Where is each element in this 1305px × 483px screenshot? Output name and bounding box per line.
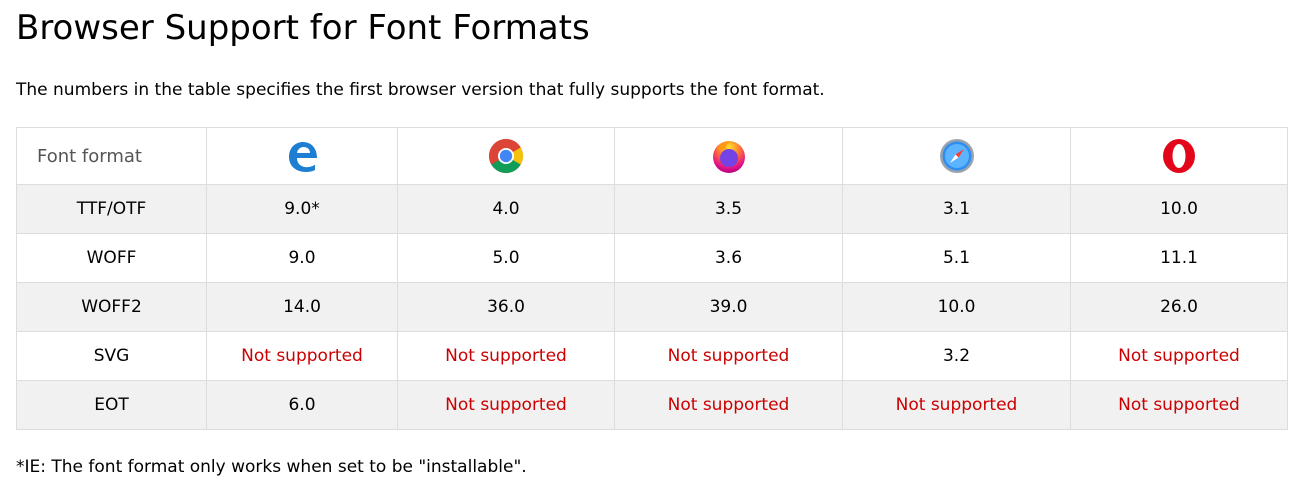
support-cell: 11.1 — [1070, 233, 1288, 283]
support-cell: Not supported — [1070, 380, 1288, 430]
support-cell: 9.0 — [206, 233, 398, 283]
safari-column-header — [842, 127, 1071, 185]
row-format-label: TTF/OTF — [16, 184, 207, 234]
support-cell: 4.0 — [397, 184, 615, 234]
opera-column-header — [1070, 127, 1288, 185]
table-row: TTF/OTF 9.0* 4.0 3.5 3.1 10.0 — [16, 184, 1288, 234]
support-cell: 3.5 — [614, 184, 843, 234]
support-cell: 10.0 — [1070, 184, 1288, 234]
support-cell: Not supported — [614, 331, 843, 381]
support-cell: 6.0 — [206, 380, 398, 430]
support-cell: 5.1 — [842, 233, 1071, 283]
edge-browser-icon — [289, 142, 317, 172]
support-cell: 14.0 — [206, 282, 398, 332]
support-cell: Not supported — [842, 380, 1071, 430]
support-cell: Not supported — [206, 331, 398, 381]
support-cell: 36.0 — [397, 282, 615, 332]
support-cell: 39.0 — [614, 282, 843, 332]
safari-browser-icon — [939, 139, 974, 173]
support-cell: 26.0 — [1070, 282, 1288, 332]
chrome-browser-icon — [489, 139, 523, 173]
support-cell: 3.6 — [614, 233, 843, 283]
support-cell: Not supported — [397, 331, 615, 381]
table-header-row: Font format — [16, 127, 1288, 185]
support-cell: 3.2 — [842, 331, 1071, 381]
firefox-column-header — [614, 127, 843, 185]
support-cell: 5.0 — [397, 233, 615, 283]
row-format-label: EOT — [16, 380, 207, 430]
table-row: WOFF2 14.0 36.0 39.0 10.0 26.0 — [16, 282, 1288, 332]
support-cell: Not supported — [614, 380, 843, 430]
table-row: SVG Not supported Not supported Not support… — [16, 331, 1288, 381]
support-cell: 3.1 — [842, 184, 1071, 234]
font-format-support-table: Font format TTF/OTF 9.0* 4.0 3.5 3.1 10.… — [16, 127, 1288, 430]
intro-text: The numbers in the table specifies the f… — [16, 80, 825, 100]
row-format-label: WOFF — [16, 233, 207, 283]
edge-column-header — [206, 127, 398, 185]
page-title: Browser Support for Font Formats — [16, 8, 590, 48]
row-format-label: SVG — [16, 331, 207, 381]
support-cell: Not supported — [1070, 331, 1288, 381]
support-cell: 10.0 — [842, 282, 1071, 332]
firefox-browser-icon — [712, 141, 745, 173]
chrome-column-header — [397, 127, 615, 185]
footnote: *IE: The font format only works when set… — [16, 457, 527, 477]
table-row: WOFF 9.0 5.0 3.6 5.1 11.1 — [16, 233, 1288, 283]
opera-browser-icon — [1163, 139, 1195, 173]
font-format-header: Font format — [16, 127, 207, 185]
row-format-label: WOFF2 — [16, 282, 207, 332]
support-cell: Not supported — [397, 380, 615, 430]
table-row: EOT 6.0 Not supported Not supported Not supp… — [16, 380, 1288, 430]
support-cell: 9.0* — [206, 184, 398, 234]
